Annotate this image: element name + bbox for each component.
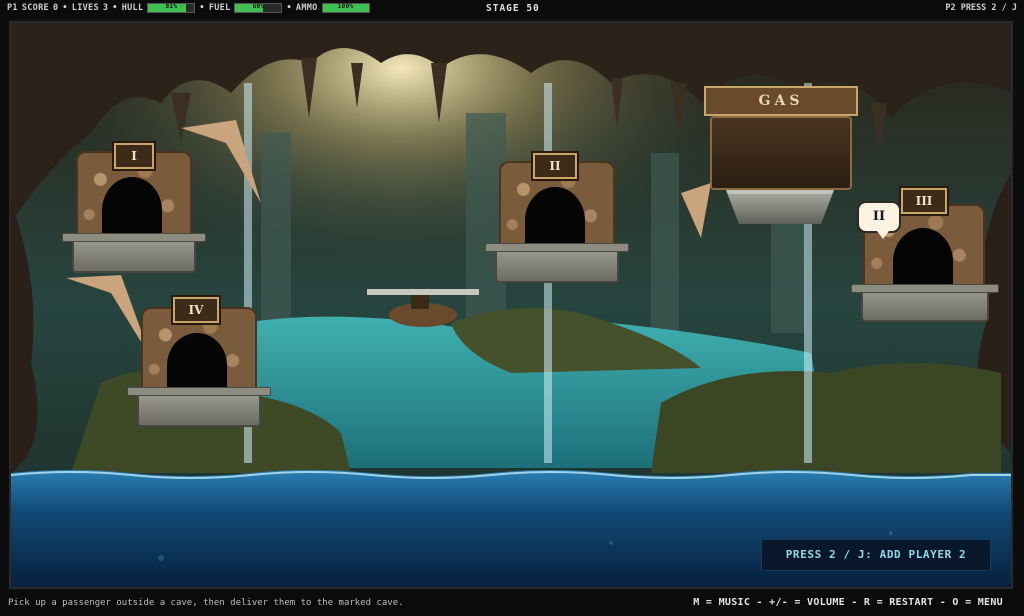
player-label: P1 [7, 3, 18, 13]
stage-label: STAGE 50 [486, 3, 540, 14]
lives-label: LIVES [71, 3, 99, 13]
ammo-label: AMMO [295, 3, 318, 13]
score-value: 0 [52, 3, 59, 13]
bottom-bar: Pick up a passenger outside a cave, then… [0, 592, 1024, 616]
hud-stats: P1 SCORE 0 • LIVES 3 • HULL 81% • FUEL 6… [7, 3, 370, 13]
cave-sign-4: IV [173, 297, 219, 323]
game-canvas[interactable]: I II III IV II GAS PRESS 2 / J: ADD PLAY… [9, 21, 1013, 589]
controls-legend: M = MUSIC - +/- = VOLUME - R = RESTART -… [693, 597, 1003, 608]
fuel-label: FUEL [208, 3, 231, 13]
hull-label: HULL [121, 3, 144, 13]
ammo-pct: 100% [337, 3, 354, 10]
hull-pct: 81% [165, 3, 178, 10]
add-player-hint: PRESS 2 / J: ADD PLAYER 2 [761, 539, 991, 571]
cave-sign-1: I [114, 143, 154, 169]
cave-landing-pad[interactable] [485, 243, 629, 283]
gas-landing-pad[interactable] [726, 190, 834, 224]
cave-landing-pad[interactable] [851, 284, 999, 322]
cave-sign-2: II [533, 153, 577, 179]
separator: • [112, 3, 118, 13]
cave-1[interactable]: I [58, 141, 218, 281]
score-label: SCORE [21, 3, 49, 13]
gas-pump-icon [710, 116, 852, 190]
cave-sign-3: III [901, 188, 947, 214]
gas-station[interactable]: GAS [704, 86, 858, 236]
p2-join-prompt: P2 PRESS 2 / J [945, 3, 1017, 13]
lives-value: 3 [102, 3, 109, 13]
cave-landing-pad[interactable] [62, 233, 206, 273]
separator: • [286, 3, 292, 13]
separator: • [62, 3, 68, 13]
separator: • [199, 3, 205, 13]
fuel-bar: 60% [234, 3, 283, 13]
top-hud: P1 SCORE 0 • LIVES 3 • HULL 81% • FUEL 6… [0, 0, 1024, 18]
hull-bar: 81% [147, 3, 196, 13]
fuel-pct: 60% [252, 3, 265, 10]
cave-2[interactable]: II [481, 151, 641, 291]
ammo-bar: 100% [321, 3, 370, 13]
gas-sign: GAS [704, 86, 858, 116]
instructions-text: Pick up a passenger outside a cave, then… [8, 598, 404, 608]
passenger-destination-bubble: II [857, 201, 901, 239]
cave-4[interactable]: IV [123, 295, 283, 435]
cave-landing-pad[interactable] [127, 387, 271, 427]
